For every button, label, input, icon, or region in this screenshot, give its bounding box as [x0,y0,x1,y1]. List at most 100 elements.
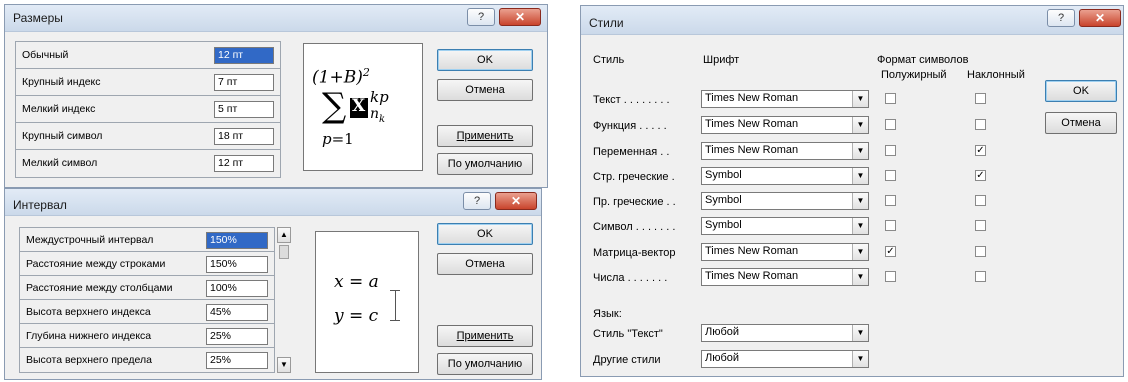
font-select-value: Times New Roman [705,118,799,130]
sizes-row: Крупный индекс 7 пт [16,69,280,96]
interval-row-value[interactable]: 150% [206,232,268,249]
preview-formula: X [352,96,366,116]
language-select[interactable]: Любой ▼ [701,350,869,368]
bold-checkbox[interactable] [885,145,896,156]
interval-scrollbar[interactable]: ▲ ▼ [277,227,291,373]
style-row-label: Числа . . . . . . . [593,272,668,284]
style-row-label: Текст . . . . . . . . [593,94,670,106]
default-button[interactable]: По умолчанию [437,353,533,375]
interval-row-label: Глубина нижнего индекса [26,330,152,342]
font-select[interactable]: Symbol ▼ [701,217,869,235]
interval-row: Глубина нижнего индекса 25% [20,324,274,348]
scroll-thumb[interactable] [279,245,289,259]
italic-checkbox[interactable] [975,271,986,282]
chevron-down-icon[interactable]: ▼ [852,193,868,209]
scroll-up-icon[interactable]: ▲ [277,227,291,243]
language-label: Язык: [593,308,622,320]
style-row-label: Символ . . . . . . . [593,221,676,233]
help-button[interactable]: ? [467,8,495,26]
preview-formula: x = a [334,272,379,292]
sizes-row-label: Мелкий индекс [22,103,96,115]
chevron-down-icon[interactable]: ▼ [852,269,868,285]
font-select[interactable]: Times New Roman ▼ [701,268,869,286]
close-button[interactable]: ✕ [495,192,537,210]
bold-checkbox[interactable] [885,93,896,104]
chevron-down-icon[interactable]: ▼ [852,218,868,234]
ok-button[interactable]: OK [437,49,533,71]
help-button[interactable]: ? [1047,9,1075,27]
interval-title: Интервал [13,198,67,212]
chevron-down-icon[interactable]: ▼ [852,244,868,260]
italic-checkbox[interactable] [975,195,986,206]
bold-checkbox[interactable]: ✓ [885,246,896,257]
bold-checkbox[interactable] [885,220,896,231]
style-column-header: Стиль [593,54,625,66]
font-select[interactable]: Symbol ▼ [701,167,869,185]
chevron-down-icon[interactable]: ▼ [852,325,868,341]
bold-checkbox[interactable] [885,170,896,181]
sizes-row-label: Мелкий символ [22,157,98,169]
chevron-down-icon[interactable]: ▼ [852,117,868,133]
interval-row: Высота верхнего предела 25% [20,348,274,372]
cancel-button[interactable]: Отмена [437,253,533,275]
font-select-value: Times New Roman [705,245,799,257]
sizes-row: Мелкий символ 12 пт [16,150,280,177]
italic-checkbox[interactable]: ✓ [975,170,986,181]
default-button[interactable]: По умолчанию [437,153,533,175]
ok-button[interactable]: OK [1045,80,1117,102]
font-select[interactable]: Times New Roman ▼ [701,243,869,261]
interval-list: Междустрочный интервал 150% Расстояние м… [19,227,275,373]
chevron-down-icon[interactable]: ▼ [852,143,868,159]
sizes-dialog: Размеры ? ✕ Обычный 12 пт Крупный индекс… [4,4,548,188]
italic-checkbox[interactable] [975,246,986,257]
interval-titlebar: Интервал ? ✕ [5,189,541,216]
cancel-button[interactable]: Отмена [437,79,533,101]
font-column-header: Шрифт [703,54,740,66]
chevron-down-icon[interactable]: ▼ [852,168,868,184]
preview-formula: nk [370,106,386,125]
language-select[interactable]: Любой ▼ [701,324,869,342]
close-button[interactable]: ✕ [499,8,541,26]
interval-row-label: Высота верхнего индекса [26,306,151,318]
sizes-row-value[interactable]: 7 пт [214,74,274,91]
font-select[interactable]: Symbol ▼ [701,192,869,210]
sizes-row-label: Крупный символ [22,130,103,142]
ok-button[interactable]: OK [437,223,533,245]
chevron-down-icon[interactable]: ▼ [852,91,868,107]
sizes-row-value[interactable]: 5 пт [214,101,274,118]
spacing-marker [395,290,396,320]
sizes-row-value[interactable]: 18 пт [214,128,274,145]
styles-dialog: Стили ? ✕ Стиль Шрифт Формат символов По… [580,5,1124,377]
close-button[interactable]: ✕ [1079,9,1121,27]
interval-dialog: Интервал ? ✕ Междустрочный интервал 150%… [4,188,542,380]
bold-checkbox[interactable] [885,119,896,130]
interval-row: Междустрочный интервал 150% [20,228,274,252]
italic-checkbox[interactable]: ✓ [975,145,986,156]
chevron-down-icon[interactable]: ▼ [852,351,868,367]
font-select[interactable]: Times New Roman ▼ [701,116,869,134]
sizes-row-value[interactable]: 12 пт [214,47,274,64]
scroll-down-icon[interactable]: ▼ [277,357,291,373]
apply-button[interactable]: Применить [437,325,533,347]
interval-row-value[interactable]: 45% [206,304,268,321]
interval-row-label: Высота верхнего предела [26,354,152,366]
interval-row-value[interactable]: 25% [206,352,268,369]
italic-checkbox[interactable] [975,119,986,130]
italic-checkbox[interactable] [975,220,986,231]
interval-row-value[interactable]: 100% [206,280,268,297]
help-button[interactable]: ? [463,192,491,210]
bold-checkbox[interactable] [885,271,896,282]
sizes-preview: (1+B)2 ∑ X kp nk p=1 [303,43,423,171]
bold-checkbox[interactable] [885,195,896,206]
font-select[interactable]: Times New Roman ▼ [701,90,869,108]
sizes-row-value[interactable]: 12 пт [214,155,274,172]
format-column-header: Формат символов [877,54,969,66]
style-row-label: Функция . . . . . [593,120,667,132]
font-select[interactable]: Times New Roman ▼ [701,142,869,160]
apply-button[interactable]: Применить [437,125,533,147]
cancel-button[interactable]: Отмена [1045,112,1117,134]
interval-row: Высота верхнего индекса 45% [20,300,274,324]
interval-row-value[interactable]: 150% [206,256,268,273]
italic-checkbox[interactable] [975,93,986,104]
interval-row-value[interactable]: 25% [206,328,268,345]
